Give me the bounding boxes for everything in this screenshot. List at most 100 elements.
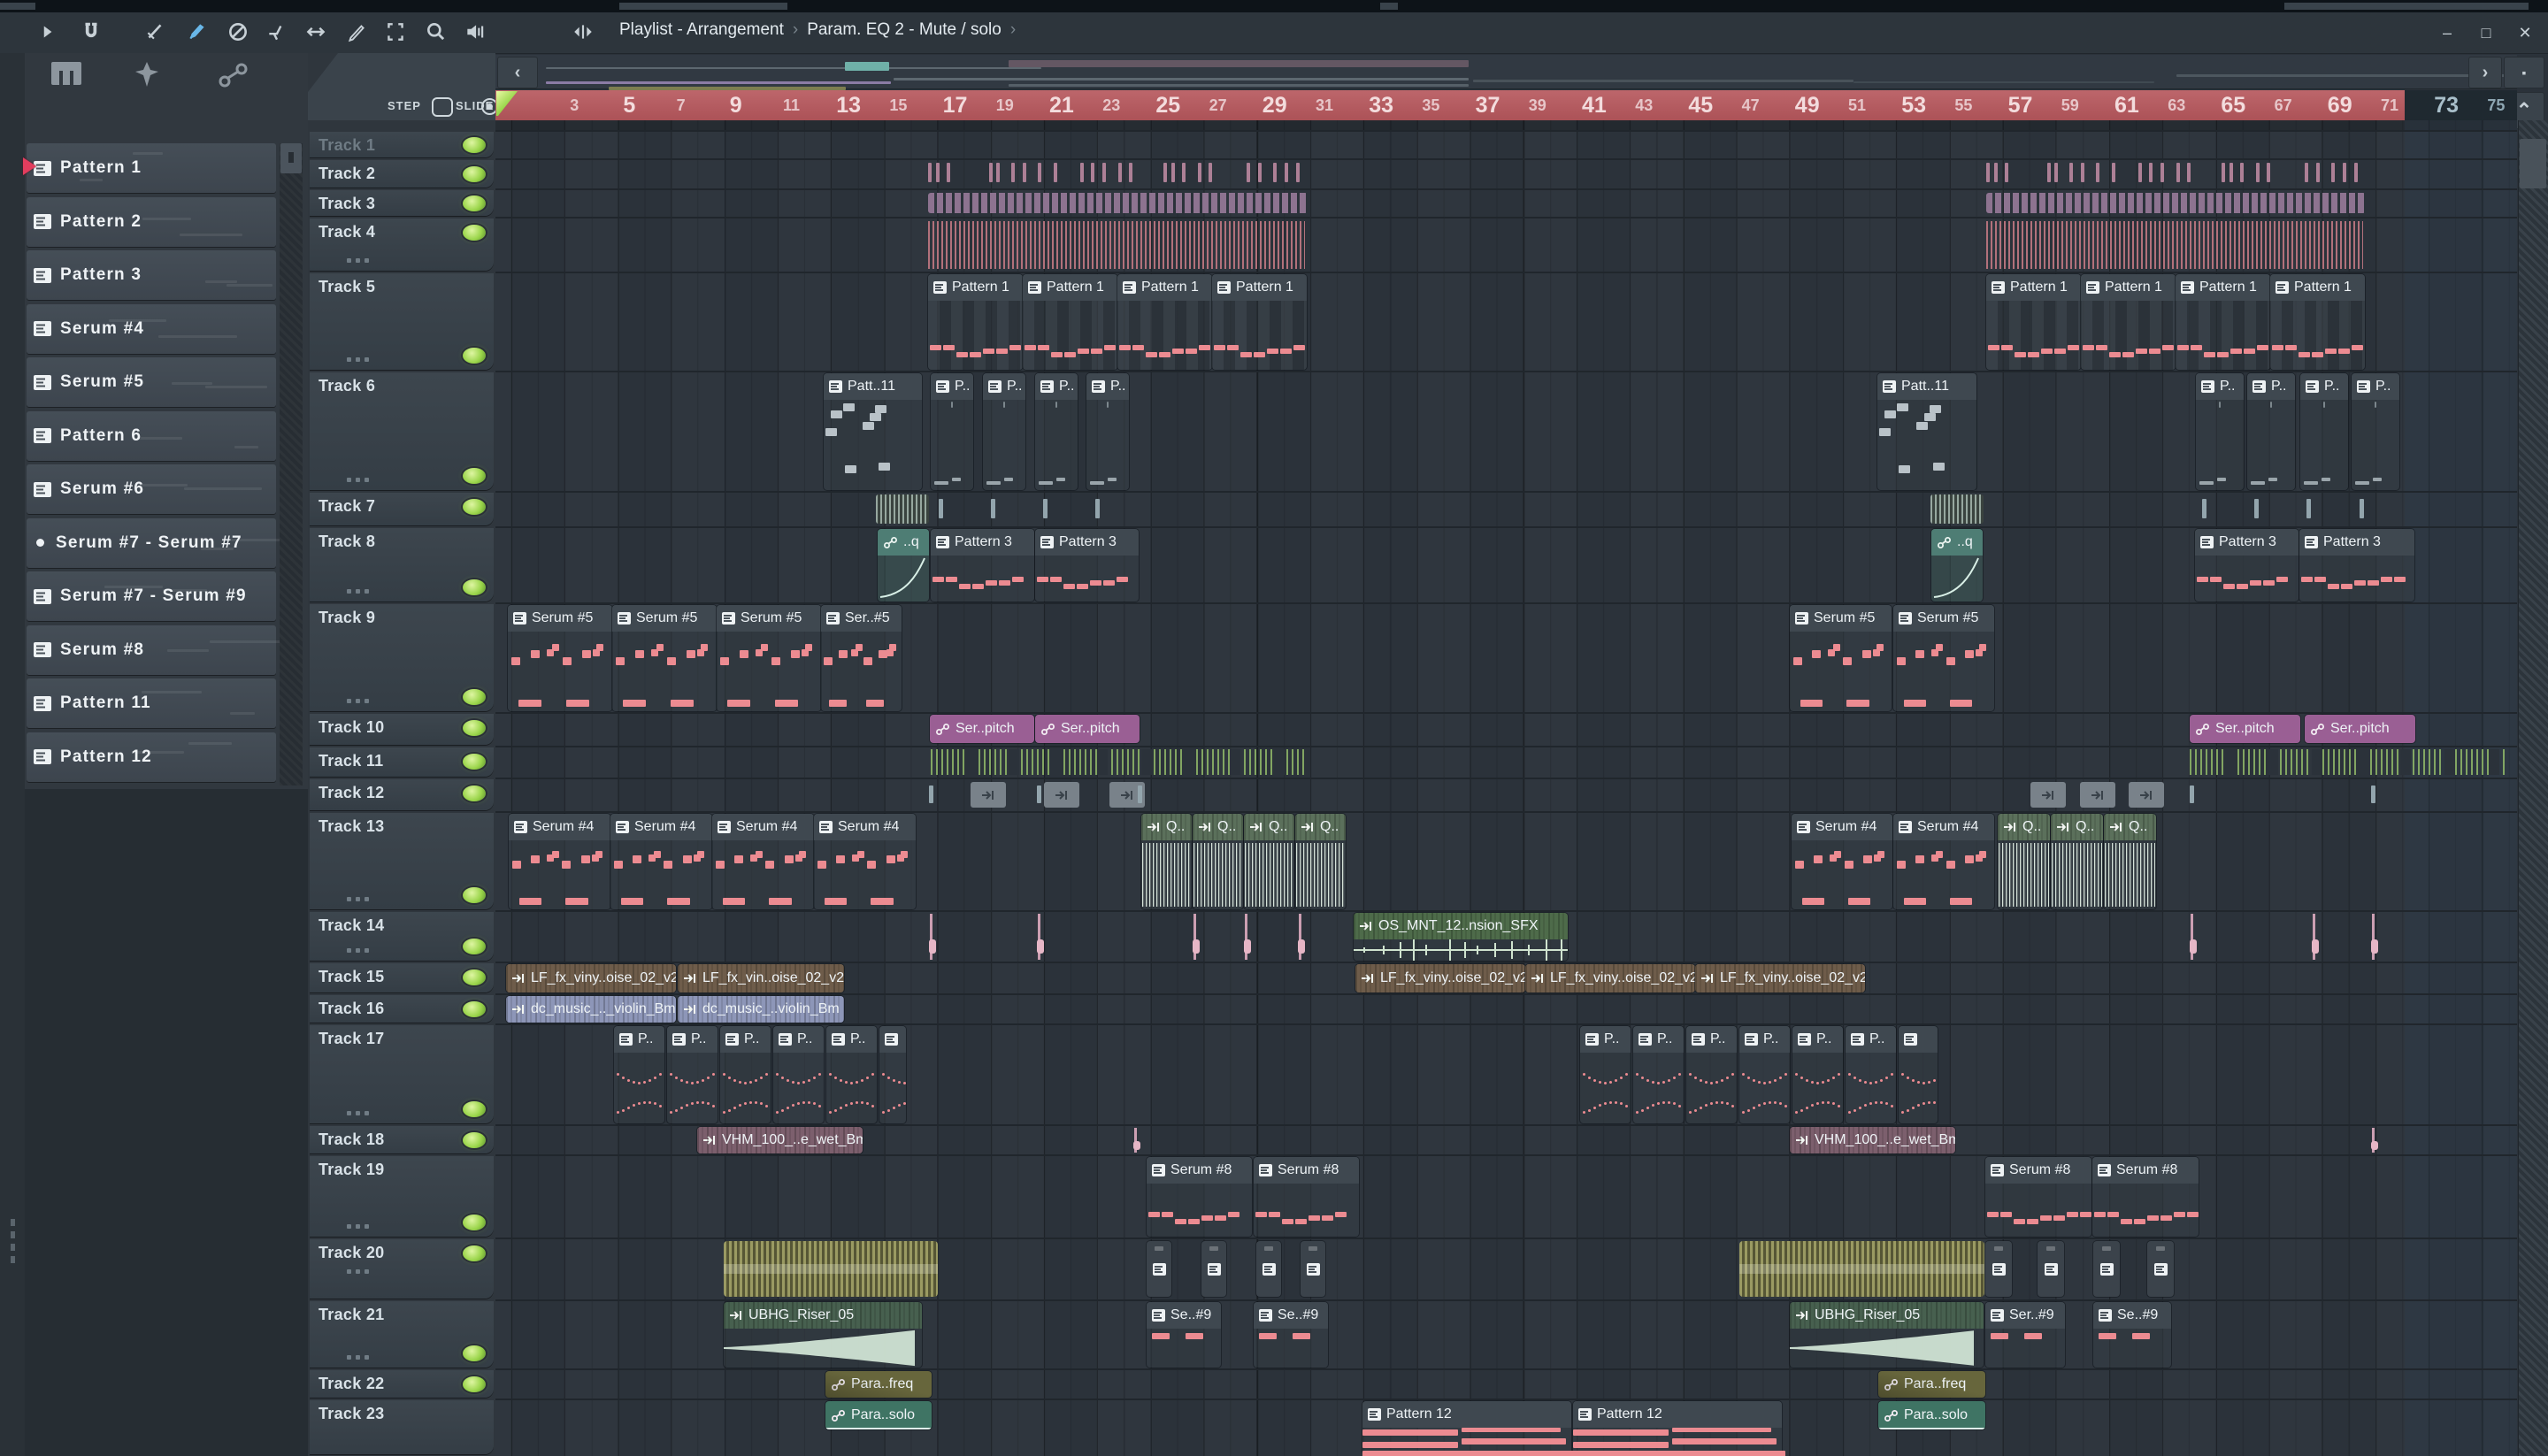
clip-p-[interactable]: P.. bbox=[1633, 1026, 1684, 1123]
automation-clip-para-solo[interactable]: Para..solo bbox=[1878, 1401, 1985, 1429]
track-mute-led[interactable] bbox=[463, 499, 486, 515]
track-mute-led[interactable] bbox=[463, 1001, 486, 1017]
grey-tick-clip[interactable] bbox=[2360, 499, 2364, 518]
automation-clip-ser-pitch[interactable]: Ser..pitch bbox=[2190, 715, 2300, 743]
breadcrumb-playlist[interactable]: Playlist - Arrangement bbox=[619, 20, 784, 39]
track-name[interactable]: Track 21 bbox=[318, 1306, 384, 1324]
paint-brush-icon[interactable] bbox=[182, 17, 212, 47]
timeline-ruler[interactable]: 3579111315171921232527293133353739414345… bbox=[495, 90, 2517, 120]
small-audio-clip[interactable] bbox=[971, 782, 1006, 808]
tick-clip[interactable] bbox=[2047, 163, 2051, 182]
pattern-list-scrollbar[interactable] bbox=[280, 143, 303, 785]
tick-clip[interactable] bbox=[1296, 163, 1300, 182]
tab-audio-icon[interactable] bbox=[129, 61, 168, 89]
audio-clip-q-[interactable]: Q.. bbox=[1141, 814, 1192, 909]
pattern-list-item[interactable]: Pattern 3 bbox=[27, 250, 276, 300]
tick-clip[interactable] bbox=[2187, 163, 2191, 182]
tick-clip[interactable] bbox=[2138, 163, 2142, 182]
tick-clip[interactable] bbox=[1023, 163, 1026, 182]
track-name[interactable]: Track 22 bbox=[318, 1375, 384, 1393]
grey-tick-clip[interactable] bbox=[1043, 499, 1048, 518]
tick-clip[interactable] bbox=[2267, 163, 2270, 182]
track-mute-led[interactable] bbox=[463, 579, 486, 595]
tick-clip[interactable] bbox=[1102, 163, 1106, 182]
audio-clip-dc-music-violin-bm[interactable]: dc_music_.._violin_Bm bbox=[506, 996, 676, 1023]
tick-clip[interactable] bbox=[928, 163, 932, 182]
track-name[interactable]: Track 1 bbox=[318, 136, 375, 155]
grey-tick-clip[interactable] bbox=[929, 785, 933, 803]
clip-patt-11[interactable]: Patt..11 bbox=[824, 373, 922, 490]
tick-clip[interactable] bbox=[2005, 163, 2008, 182]
automation-clip-ser-pitch[interactable]: Ser..pitch bbox=[930, 715, 1034, 743]
olive-audio-clip[interactable] bbox=[1739, 1241, 1984, 1297]
pattern-list-item[interactable]: Serum #7 - Serum #7 bbox=[27, 518, 276, 568]
pattern-list-item[interactable]: Serum #5 bbox=[27, 357, 276, 407]
audio-clip-lf-fx-vin-oise-02-v2[interactable]: LF_fx_vin..oise_02_v2 bbox=[678, 964, 844, 992]
track-name[interactable]: Track 23 bbox=[318, 1405, 384, 1423]
clip-pattern-1[interactable]: Pattern 1 bbox=[2081, 274, 2176, 370]
audio-clip-ubhg-riser-05[interactable]: UBHG_Riser_05 bbox=[724, 1302, 922, 1368]
track-mute-led[interactable] bbox=[463, 225, 486, 241]
track-mute-led[interactable] bbox=[463, 166, 486, 182]
pencil-icon[interactable] bbox=[342, 17, 372, 47]
tick-clip[interactable] bbox=[2240, 163, 2244, 182]
audio-clip-q-[interactable]: Q.. bbox=[1295, 814, 1346, 909]
track-name[interactable]: Track 20 bbox=[318, 1244, 384, 1262]
tick-clip[interactable] bbox=[1038, 163, 1041, 182]
track-options-dots[interactable] bbox=[347, 258, 373, 263]
narrow-pattern-clip[interactable] bbox=[2147, 1241, 2174, 1297]
tick-clip[interactable] bbox=[1247, 163, 1250, 182]
tick-clip[interactable] bbox=[1209, 163, 1212, 182]
track-row-18[interactable]: Track 18 bbox=[310, 1126, 494, 1153]
audio-clip-os-mnt-12-nsion-sfx[interactable]: OS_MNT_12..nsion_SFX bbox=[1354, 913, 1568, 961]
narrow-pattern-clip[interactable] bbox=[2038, 1241, 2064, 1297]
track-options-dots[interactable] bbox=[347, 589, 373, 594]
narrow-pattern-clip[interactable] bbox=[1201, 1241, 1226, 1297]
clip-p-[interactable]: P.. bbox=[1686, 1026, 1737, 1123]
clip-serum-8[interactable]: Serum #8 bbox=[1254, 1157, 1359, 1237]
automation-clip-para-solo[interactable]: Para..solo bbox=[825, 1401, 932, 1429]
tick-clip[interactable] bbox=[1994, 163, 1998, 182]
track-row-3[interactable]: Track 3 bbox=[310, 190, 494, 216]
playlist-minimap-scrollbar[interactable] bbox=[495, 55, 2517, 89]
sliced-audio-group[interactable] bbox=[2190, 749, 2508, 775]
track-options-dots[interactable] bbox=[347, 1224, 373, 1229]
clip-ser-9[interactable]: Ser..#9 bbox=[1985, 1302, 2065, 1368]
clip-p-[interactable]: P.. bbox=[2352, 373, 2399, 490]
track-options-dots[interactable] bbox=[347, 1269, 373, 1274]
automation-clip-para-freq[interactable]: Para..freq bbox=[1878, 1371, 1985, 1398]
tick-clip[interactable] bbox=[2176, 163, 2180, 182]
track-row-21[interactable]: Track 21 bbox=[310, 1301, 494, 1368]
clip-p-[interactable]: P.. bbox=[2247, 373, 2295, 490]
tick-clip[interactable] bbox=[2256, 163, 2260, 182]
tick-clip[interactable] bbox=[1273, 163, 1277, 182]
tick-clip[interactable] bbox=[2222, 163, 2225, 182]
track-mute-led[interactable] bbox=[463, 939, 486, 954]
clip-se-9[interactable]: Se..#9 bbox=[2093, 1302, 2171, 1368]
track-name[interactable]: Track 8 bbox=[318, 533, 375, 551]
grey-tick-clip[interactable] bbox=[2254, 499, 2259, 518]
track-name[interactable]: Track 4 bbox=[318, 223, 375, 241]
clip-pattern-3[interactable]: Pattern 3 bbox=[2195, 529, 2299, 602]
clip-pattern-3[interactable]: Pattern 3 bbox=[2299, 529, 2414, 602]
audio-clip-dc-music-violin-bm[interactable]: dc_music_..violin_Bm bbox=[678, 996, 844, 1023]
track-name[interactable]: Track 3 bbox=[318, 195, 375, 213]
slice-tool-icon[interactable] bbox=[262, 17, 292, 47]
stop-scroll-button[interactable]: ▪ bbox=[2504, 57, 2544, 88]
track-row-23[interactable]: Track 23 bbox=[310, 1400, 494, 1454]
clip-serum-5[interactable]: Serum #5 bbox=[1790, 605, 1892, 711]
clip-pattern[interactable] bbox=[879, 1026, 906, 1123]
track-mute-led[interactable] bbox=[463, 1215, 486, 1230]
pink-tick-clip[interactable] bbox=[1298, 914, 1305, 960]
tick-clip[interactable] bbox=[2096, 163, 2099, 182]
track-mute-led[interactable] bbox=[463, 785, 486, 801]
clip-serum-4[interactable]: Serum #4 bbox=[1893, 814, 1994, 909]
clip-pattern-12[interactable]: Pattern 12 bbox=[1573, 1401, 1782, 1454]
pink-tick-clip[interactable] bbox=[2312, 914, 2319, 960]
tick-clip[interactable] bbox=[2331, 163, 2335, 182]
clip-serum-4[interactable]: Serum #4 bbox=[1792, 814, 1892, 909]
clip-p-[interactable]: P.. bbox=[826, 1026, 877, 1123]
tab-piano-icon[interactable] bbox=[51, 62, 87, 88]
track-name[interactable]: Track 7 bbox=[318, 497, 375, 516]
track-name[interactable]: Track 19 bbox=[318, 1161, 384, 1179]
